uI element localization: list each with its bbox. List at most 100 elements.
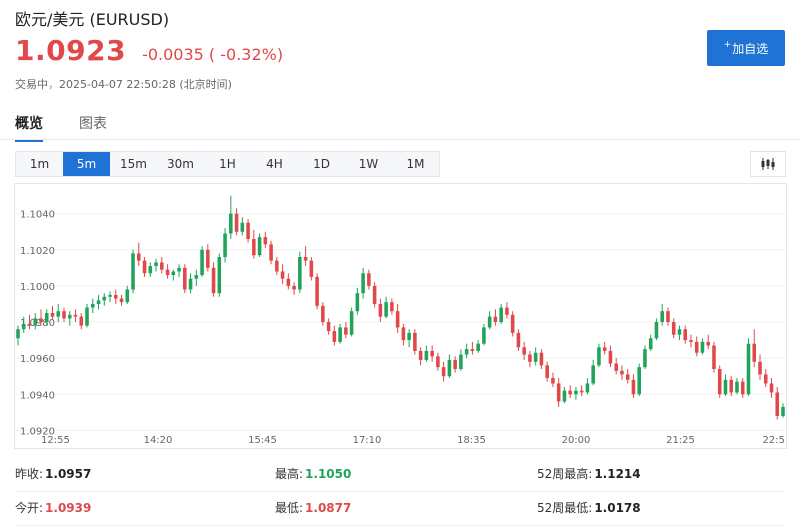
stat-52w-high-label: 52周最高: <box>537 467 593 481</box>
candle <box>723 379 728 395</box>
candle <box>654 322 659 339</box>
tab-overview[interactable]: 概览 <box>15 113 43 142</box>
stat-low: 最低: 1.0877 <box>275 499 351 516</box>
stat-52w-low: 52周最低: 1.0178 <box>537 499 641 516</box>
candle <box>21 323 26 330</box>
candle <box>27 323 32 326</box>
candle <box>568 390 572 395</box>
add-watchlist-button[interactable]: + 加自选 <box>707 30 785 66</box>
period-1w[interactable]: 1W <box>345 152 392 176</box>
candle <box>96 300 101 304</box>
candle <box>108 294 112 297</box>
current-price: 1.0923 <box>15 34 127 67</box>
candle <box>781 406 785 416</box>
period-5m[interactable]: 5m <box>63 152 110 176</box>
candle <box>413 332 417 351</box>
instrument-title: 欧元/美元 (EURUSD) <box>15 10 170 29</box>
stat-52w-low-label: 52周最低: <box>537 501 593 515</box>
period-1d[interactable]: 1D <box>298 152 345 176</box>
candle <box>171 271 176 276</box>
price-chart[interactable]: 1.1040 1.1020 1.1000 1.0980 1.0960 1.0940 1.09… <box>14 183 787 449</box>
candle <box>286 278 291 286</box>
y-tick-label: 1.1000 <box>20 282 55 293</box>
candle <box>183 267 187 290</box>
y-tick-label: 1.0940 <box>20 390 55 401</box>
candle <box>177 267 181 272</box>
stat-prev-close-value: 1.0957 <box>45 467 92 481</box>
period-1m[interactable]: 1m <box>16 152 63 176</box>
candle <box>528 354 532 362</box>
stat-52w-high: 52周最高: 1.1214 <box>537 465 641 482</box>
period-1mo[interactable]: 1M <box>392 152 439 176</box>
candle <box>194 275 199 279</box>
period-4h[interactable]: 4H <box>251 152 298 176</box>
candle <box>459 354 463 369</box>
candle <box>407 332 411 341</box>
candle <box>401 327 406 341</box>
candle <box>608 350 613 364</box>
period-1h[interactable]: 1H <box>204 152 251 176</box>
candle <box>154 262 158 267</box>
x-tick-label: 14:20 <box>144 435 173 446</box>
candle <box>712 345 716 369</box>
candle <box>441 367 446 377</box>
candle <box>338 327 342 342</box>
candle <box>125 289 130 303</box>
candle <box>200 249 204 276</box>
chart-type-button[interactable] <box>750 151 786 177</box>
trading-status: 交易中，2025-04-07 22:50:28 (北京时间) <box>15 78 232 91</box>
y-tick-label: 1.1020 <box>20 246 55 257</box>
stats-row-1: 昨收: 1.0957 最高: 1.1050 52周最高: 1.1214 <box>15 458 785 492</box>
period-30m[interactable]: 30m <box>157 152 204 176</box>
candle <box>476 343 480 351</box>
candle <box>424 350 429 360</box>
candle <box>579 390 584 393</box>
candle <box>740 381 745 395</box>
candle <box>384 302 388 317</box>
candle <box>137 253 141 261</box>
x-tick-label: 22:5 <box>763 435 785 446</box>
status-label: 交易中 <box>15 78 48 91</box>
y-tick-label: 1.1040 <box>20 210 55 221</box>
candlestick-chart[interactable]: 1.10401.10201.10001.09801.09601.09401.09… <box>15 184 786 448</box>
stat-high-value: 1.1050 <box>305 467 352 481</box>
candle <box>464 349 469 355</box>
candle <box>119 298 124 303</box>
candle <box>90 303 95 308</box>
candle <box>775 392 780 416</box>
candle <box>240 222 245 232</box>
tab-chart[interactable]: 图表 <box>79 113 107 142</box>
candle <box>763 374 768 384</box>
tabs-divider <box>0 139 800 140</box>
add-watchlist-label: 加自选 <box>732 41 769 56</box>
candle <box>102 296 107 301</box>
candle <box>142 260 147 274</box>
candle <box>597 347 601 366</box>
candle <box>234 213 239 232</box>
stat-prev-close: 昨收: 1.0957 <box>15 465 91 482</box>
candle <box>303 257 308 261</box>
candle <box>625 374 630 380</box>
candle <box>683 329 688 341</box>
candle <box>660 311 664 323</box>
candle <box>430 350 434 357</box>
candle <box>447 359 452 377</box>
view-tabs: 概览 图表 <box>15 113 143 142</box>
candle <box>758 361 762 375</box>
candle <box>395 311 400 328</box>
candle <box>648 338 653 350</box>
candle <box>326 322 331 332</box>
candle <box>700 341 705 353</box>
stat-open-label: 今开: <box>15 501 44 515</box>
candle <box>355 293 360 312</box>
candle <box>752 343 757 362</box>
candle <box>292 285 296 290</box>
candle <box>79 316 84 326</box>
period-15m[interactable]: 15m <box>110 152 157 176</box>
candle <box>298 257 302 290</box>
candle <box>729 379 734 393</box>
status-timestamp: 2025-04-07 22:50:28 (北京时间) <box>59 78 232 91</box>
candle <box>165 269 170 276</box>
candle <box>160 262 164 270</box>
x-tick-label: 17:10 <box>353 435 382 446</box>
